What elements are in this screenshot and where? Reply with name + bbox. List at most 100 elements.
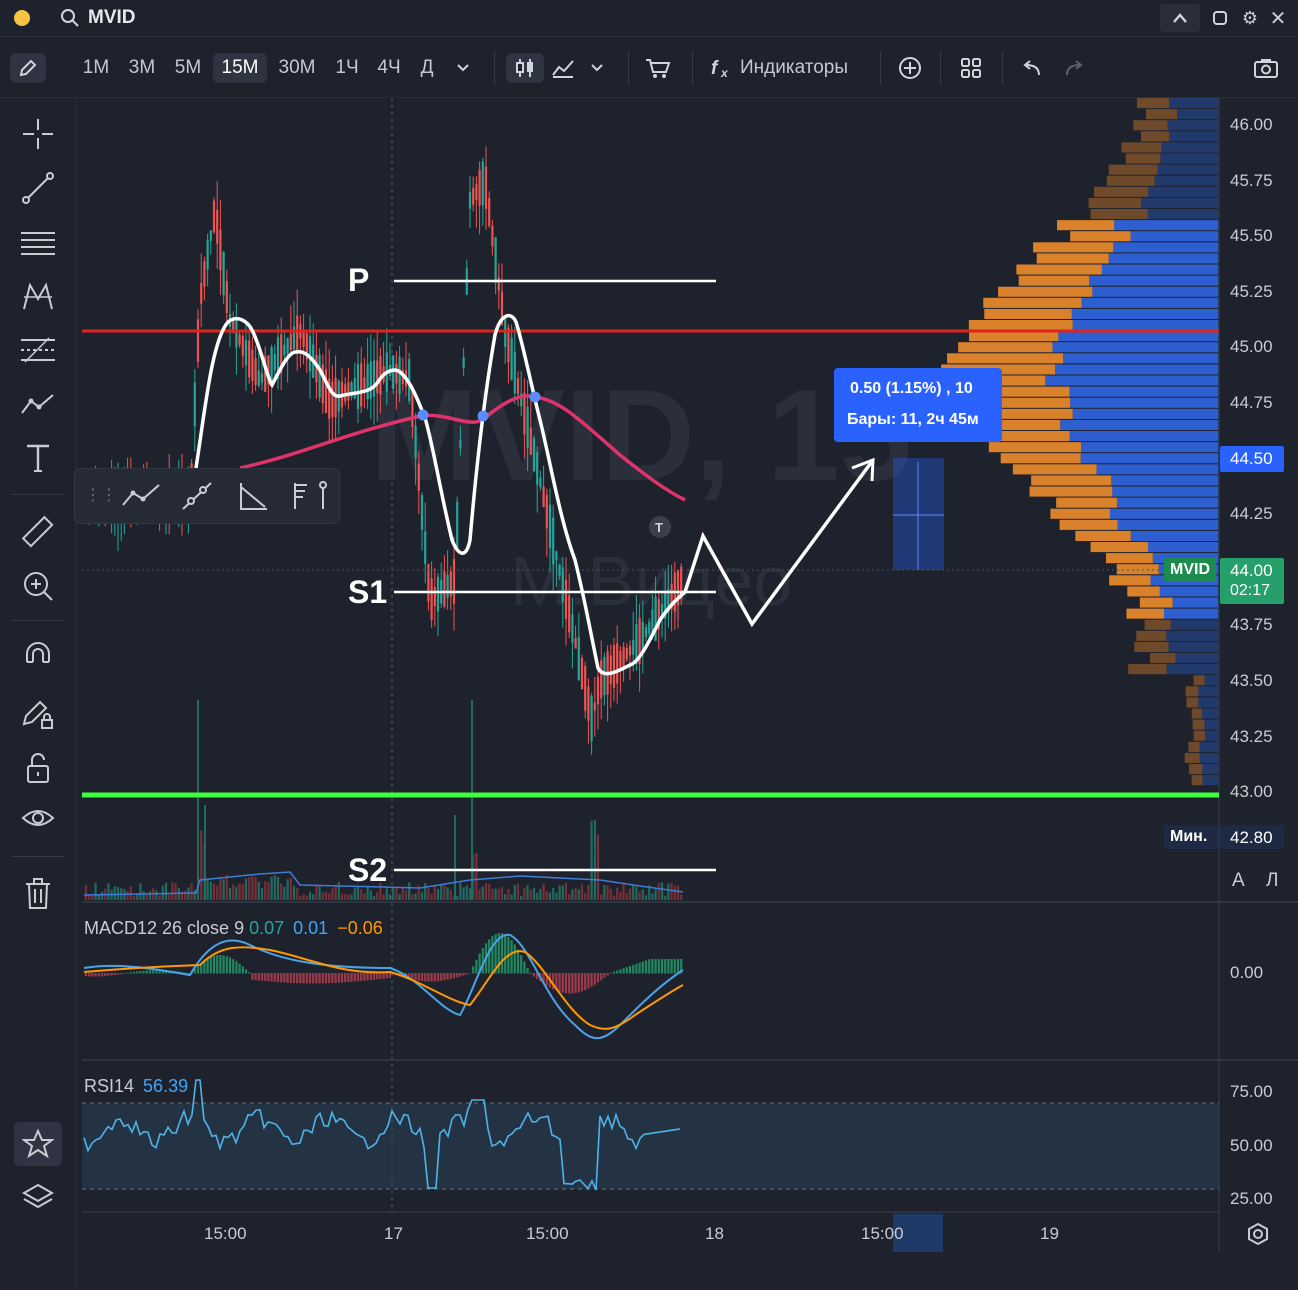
volume-bar [523, 887, 526, 900]
trend-tool-icon[interactable] [179, 479, 215, 518]
drag-handle-icon[interactable]: ⋮⋮ [85, 485, 117, 505]
volume-profile-up-bar [1154, 175, 1219, 186]
volume-profile-up-bar [1170, 619, 1219, 630]
volume-profile-up-bar [1117, 519, 1219, 530]
volume-profile-up-bar [1167, 120, 1219, 131]
volume-profile-up-bar [1140, 197, 1219, 208]
macd-histogram-bar [372, 973, 376, 980]
volume-profile-up-bar [1101, 264, 1219, 275]
volume-bar [446, 887, 449, 900]
candle-body [456, 501, 459, 548]
macd-histogram-bar [456, 973, 459, 978]
candle-body [609, 655, 612, 684]
candle-body [552, 517, 555, 565]
log-scale-toggle[interactable]: Л [1266, 870, 1278, 892]
volume-profile-up-bar [1081, 297, 1219, 308]
macd-histogram-bar [584, 973, 587, 991]
macd-histogram-bar [500, 933, 504, 974]
candle-body [644, 627, 648, 638]
macd-histogram-bar [568, 973, 571, 994]
macd-histogram-bar [308, 973, 312, 984]
rsi-legend[interactable]: RSI14 56.39 [84, 1076, 188, 1097]
macd-histogram-bar [132, 971, 136, 974]
volume-profile-down-bar [1191, 775, 1203, 786]
volume-bar [91, 895, 94, 900]
volume-bar [305, 895, 308, 900]
s1-label: S1 [348, 574, 387, 610]
volume-bar [587, 884, 590, 900]
candle-body [539, 477, 542, 488]
macd-histogram-bar [315, 973, 318, 984]
cross-point[interactable] [477, 410, 489, 422]
volume-bar [516, 883, 520, 900]
volume-profile-down-bar [1188, 741, 1200, 752]
candle-body [475, 184, 478, 200]
volume-profile-up-bar [1159, 586, 1219, 597]
current-price-badge: 44.00 02:17 [1220, 558, 1284, 604]
cross-point[interactable] [417, 409, 429, 421]
volume-profile-down-bar [983, 297, 1082, 308]
volume-bar [363, 893, 366, 900]
volume-bar [292, 886, 296, 900]
forecast-tool-icon[interactable] [119, 479, 163, 518]
price-label: 44.25 [1230, 504, 1273, 524]
candle-body [216, 209, 219, 244]
candle-body [251, 349, 254, 382]
settings-icon[interactable] [1246, 1222, 1270, 1251]
volume-bar [312, 894, 315, 900]
volume-bar [622, 882, 625, 900]
candle-body [366, 363, 369, 400]
volume-bar [606, 885, 609, 900]
macd-histogram-bar [516, 949, 520, 974]
auto-scale-toggle[interactable]: A [1232, 870, 1245, 892]
volume-profile-down-bar [1108, 164, 1158, 175]
macd-histogram-bar [664, 959, 667, 974]
macd-histogram-bar [472, 966, 475, 974]
candle-body [529, 427, 532, 455]
volume-bar [443, 885, 446, 900]
candle-body [462, 357, 465, 369]
volume-profile-up-bar [1069, 386, 1219, 397]
candle-body [619, 651, 622, 670]
macd-legend[interactable]: MACD12 26 close 9 0.07 0.01 −0.06 [84, 918, 383, 939]
volume-bar [139, 883, 142, 900]
macd-pane[interactable] [83, 933, 684, 1040]
macd-histogram-bar [241, 966, 244, 974]
macd-histogram-bar [596, 973, 600, 983]
volume-profile-up-bar [1169, 131, 1219, 142]
angle-tool-icon[interactable] [235, 479, 271, 518]
cross-point[interactable] [529, 391, 541, 403]
volume-profile-down-bar [1056, 497, 1117, 508]
macd-histogram-bar [657, 959, 660, 974]
volume-bar [433, 885, 436, 900]
macd-histogram-bar [379, 973, 382, 980]
candle-body [622, 646, 625, 668]
macd-histogram-bar [590, 973, 593, 987]
candle-body [286, 337, 289, 355]
candle-body [200, 282, 203, 304]
macd-histogram-bar [232, 959, 235, 974]
macd-histogram-bar [216, 955, 219, 974]
price-label: 43.50 [1230, 671, 1273, 690]
macd-histogram-bar [513, 944, 516, 974]
candle-body [574, 638, 577, 649]
candle-body [568, 595, 571, 633]
volume-bar [609, 888, 612, 900]
volume-bar [558, 885, 561, 900]
candle-body [392, 355, 395, 389]
macd-histogram-bar [196, 965, 200, 974]
macd-histogram-bar [635, 963, 638, 974]
chart-canvas[interactable]: MVID, 15 М.Видео P S1 S2 T [0, 0, 1298, 1290]
macd-histogram-bar [593, 973, 596, 985]
macd-histogram-bar [385, 973, 388, 979]
volume-profile-up-bar [1168, 641, 1219, 652]
volume-profile-up-bar [1205, 730, 1219, 741]
flag-tool-icon[interactable] [287, 479, 331, 518]
macd-histogram-bar [446, 973, 449, 980]
volume-bar [625, 893, 628, 900]
volume-profile-down-bar [1000, 453, 1081, 464]
volume-profile-up-bar [1108, 253, 1219, 264]
volume-profile-up-bar [1169, 98, 1219, 109]
volume-profile-down-bar [1128, 664, 1167, 675]
volume-bar [408, 882, 411, 900]
